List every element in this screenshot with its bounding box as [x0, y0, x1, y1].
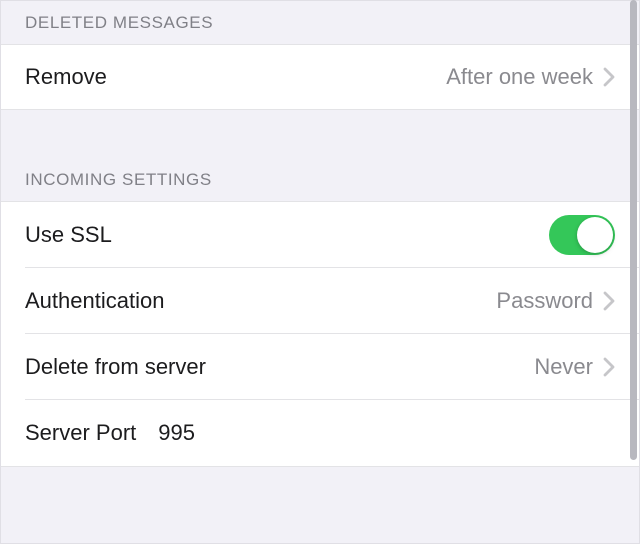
delete-from-server-row[interactable]: Delete from server Never [1, 334, 639, 400]
scrollbar-thumb[interactable] [630, 0, 637, 460]
server-port-value: 995 [158, 420, 195, 446]
settings-container: DELETED MESSAGES Remove After one week I… [0, 0, 640, 544]
use-ssl-toggle[interactable] [549, 215, 615, 255]
authentication-value: Password [496, 288, 593, 314]
remove-row[interactable]: Remove After one week [1, 44, 639, 110]
delete-from-server-label: Delete from server [25, 354, 206, 380]
chevron-right-icon [603, 67, 615, 87]
authentication-label: Authentication [25, 288, 164, 314]
authentication-right: Password [496, 288, 615, 314]
server-port-row[interactable]: Server Port 995 [1, 400, 639, 466]
deleted-messages-header: DELETED MESSAGES [1, 1, 639, 44]
use-ssl-row: Use SSL [1, 202, 639, 268]
incoming-settings-group: Use SSL Authentication Password Delete f… [1, 201, 639, 467]
chevron-right-icon [603, 291, 615, 311]
server-port-label: Server Port [25, 420, 136, 446]
authentication-row[interactable]: Authentication Password [1, 268, 639, 334]
remove-right: After one week [446, 64, 615, 90]
remove-label: Remove [25, 64, 107, 90]
use-ssl-label: Use SSL [25, 222, 112, 248]
incoming-settings-header: INCOMING SETTINGS [1, 110, 639, 201]
toggle-knob [577, 217, 613, 253]
delete-from-server-right: Never [534, 354, 615, 380]
remove-value: After one week [446, 64, 593, 90]
chevron-right-icon [603, 357, 615, 377]
delete-from-server-value: Never [534, 354, 593, 380]
